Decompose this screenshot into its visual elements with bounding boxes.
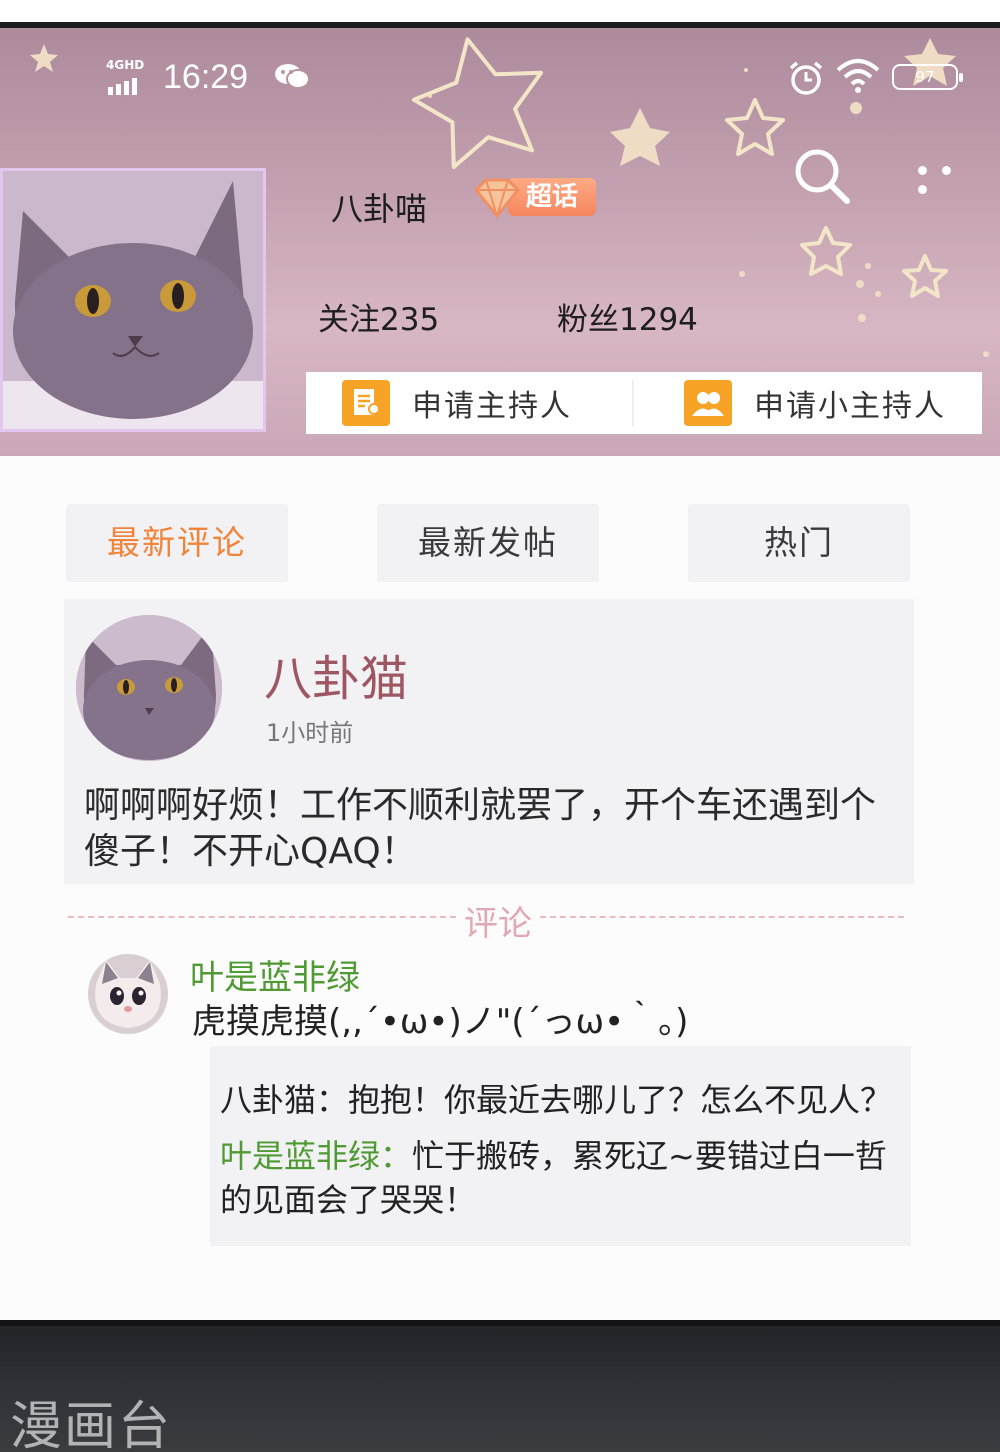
phone-screen: 4GHD 16:29 97 八卦喵 超话 关注235 粉丝1294 申请主持人 … [0,28,1000,1320]
wifi-icon [836,59,880,93]
reply-item: 叶是蓝非绿：忙于搬砖，累死辽~要错过白一哲的见面会了哭哭！ [220,1134,910,1222]
follow-count[interactable]: 关注235 [318,294,439,339]
cat-avatar-image [76,615,222,761]
post-time: 1小时前 [266,719,354,747]
post-card[interactable]: 八卦猫 1小时前 啊啊啊好烦！工作不顺利就罢了，开个车还遇到个傻子！不开心QAQ… [64,599,914,884]
post-author[interactable]: 八卦猫 [264,639,408,709]
apply-host-button[interactable]: 申请主持人 [342,372,572,434]
reply-box[interactable]: 八卦猫：抱抱！你最近去哪儿了？怎么不见人？ 叶是蓝非绿：忙于搬砖，累死辽~要错过… [210,1046,911,1246]
diamond-icon [473,178,521,220]
tab-latest-comments[interactable]: 最新评论 [66,504,288,582]
top-margin [0,0,1000,22]
apply-bar: 申请主持人 申请小主持人 [306,372,982,434]
comments-divider-label: 评论 [464,904,532,944]
search-icon[interactable] [792,146,852,206]
apply-sub-host-label: 申请小主持人 [754,389,946,424]
profile-avatar[interactable] [0,168,266,432]
apply-host-label: 申请主持人 [412,389,572,424]
battery-level: 97 [915,68,935,86]
alarm-icon [789,61,823,95]
tab-latest-posts[interactable]: 最新发帖 [377,504,599,582]
wechat-icon [275,64,310,89]
apply-divider [632,380,634,426]
more-icon[interactable] [918,160,988,194]
network-type: 4GHD [106,58,145,72]
chaohua-badge[interactable]: 超话 [470,176,598,220]
reply-author[interactable]: 八卦猫： [220,1081,348,1119]
reply-author[interactable]: 叶是蓝非绿： [220,1137,412,1175]
profile-header: 4GHD 16:29 97 八卦喵 超话 关注235 粉丝1294 申请主持人 … [0,28,1000,456]
profile-username: 八卦喵 [331,190,428,228]
reply-item: 八卦猫：抱抱！你最近去哪儿了？怎么不见人？ [220,1078,910,1122]
comment-text: 虎摸虎摸(,,´•ω•)ノ"(´っω•｀。) [192,1002,689,1042]
post-text: 啊啊啊好烦！工作不顺利就罢了，开个车还遇到个傻子！不开心QAQ！ [84,785,877,872]
post-avatar[interactable] [76,615,222,761]
commenter-avatar[interactable] [88,954,168,1034]
host-doc-icon [342,380,390,426]
battery-icon: 97 [892,64,963,90]
watermark: 漫画台 [10,1397,173,1452]
clock: 16:29 [163,58,249,96]
reply-text: 抱抱！你最近去哪儿了？怎么不见人？ [348,1081,893,1119]
cat-avatar-image [3,171,263,429]
commenter-name[interactable]: 叶是蓝非绿 [190,950,360,999]
comments-divider: 评论 [68,896,904,944]
group-icon [684,380,732,426]
fans-count[interactable]: 粉丝1294 [557,294,698,339]
kitten-avatar-image [88,954,168,1034]
status-bar: 4GHD 16:29 97 [0,56,1000,106]
signal-icon: 4GHD [106,58,152,95]
tab-hot[interactable]: 热门 [688,504,910,582]
apply-sub-host-button[interactable]: 申请小主持人 [684,372,946,434]
